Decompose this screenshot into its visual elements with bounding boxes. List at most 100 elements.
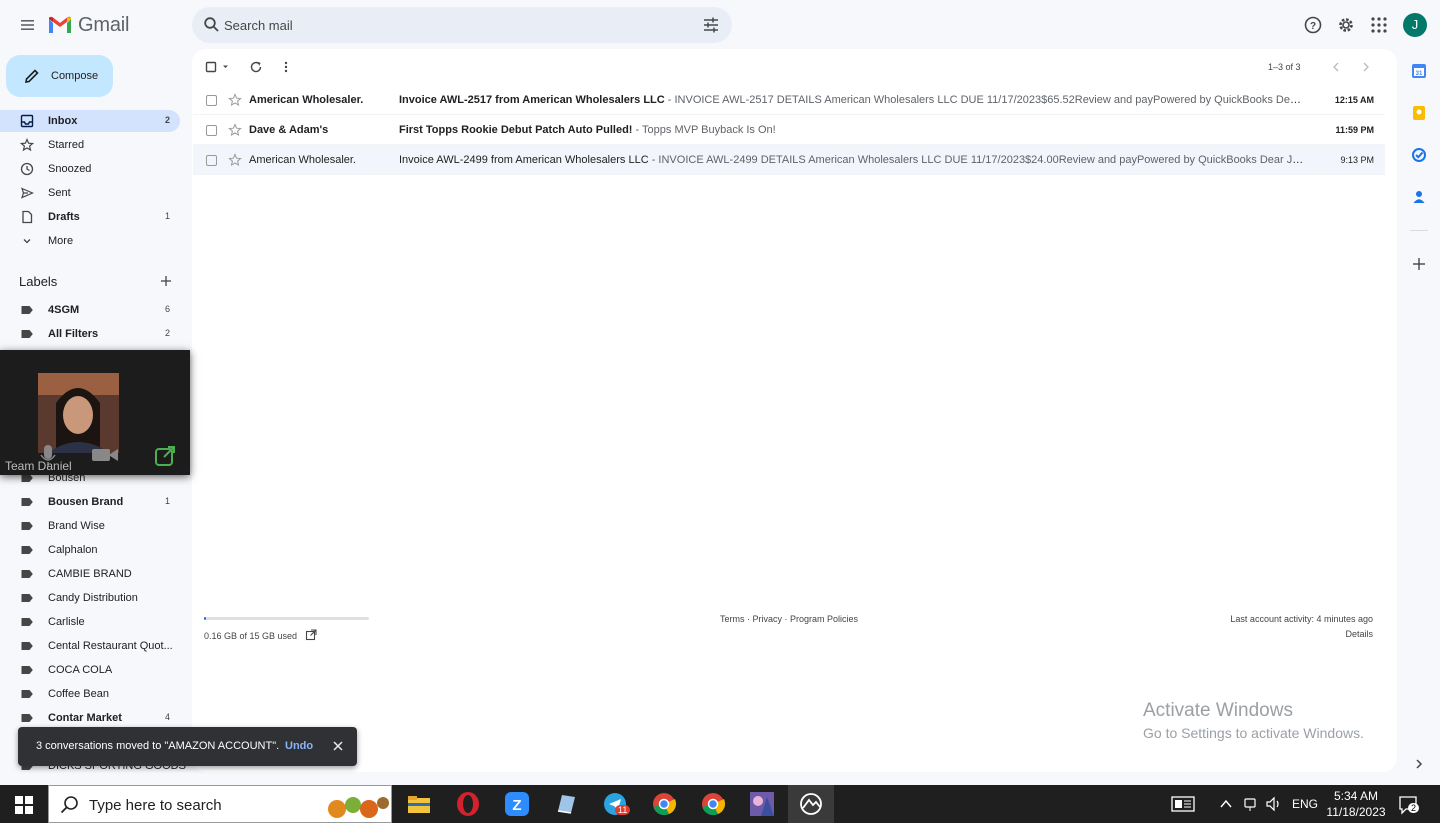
settings-button[interactable] (1335, 14, 1357, 36)
show-side-panel-button[interactable] (1411, 756, 1427, 772)
older-button[interactable] (1359, 60, 1373, 74)
open-in-new-icon (305, 629, 317, 641)
email-row[interactable]: American Wholesaler. Invoice AWL-2517 fr… (193, 85, 1385, 115)
keep-app[interactable] (1411, 105, 1427, 121)
refresh-button[interactable] (249, 60, 263, 74)
sidebar-label-brand-wise[interactable]: Brand Wise (0, 515, 180, 537)
input-language[interactable]: ENG (1292, 797, 1318, 811)
support-button[interactable]: ? (1302, 14, 1324, 36)
star-icon[interactable] (228, 123, 242, 137)
volume-icon[interactable] (1265, 796, 1283, 812)
sidebar-item-label: Starred (48, 139, 85, 151)
email-row[interactable]: American Wholesaler. Invoice AWL-2499 fr… (193, 145, 1385, 175)
sidebar-item-starred[interactable]: Starred (0, 134, 180, 156)
file-explorer-app[interactable] (406, 791, 432, 817)
draft-count: 1 (164, 211, 170, 221)
label-icon (21, 714, 33, 722)
inbox-icon (20, 114, 34, 128)
contacts-app[interactable] (1411, 189, 1427, 205)
sidebar-label-calphalon[interactable]: Calphalon (0, 539, 180, 561)
sidebar-label-coffee-bean[interactable]: Coffee Bean (0, 683, 180, 705)
help-icon: ? (1304, 16, 1322, 34)
chrome-app-b[interactable] (700, 791, 726, 817)
sidebar-item-snoozed[interactable]: Snoozed (0, 158, 180, 180)
sidebar-label-coca-cola[interactable]: COCA COLA (0, 659, 180, 681)
compose-label: Compose (51, 70, 99, 82)
camera-tray-icon[interactable] (1243, 796, 1259, 812)
account-avatar[interactable]: J (1403, 13, 1427, 37)
sidebar-item-drafts[interactable]: Drafts 1 (0, 206, 180, 228)
star-icon[interactable] (228, 93, 242, 107)
storage-usage[interactable]: 0.16 GB of 15 GB used (204, 629, 317, 641)
label-icon (21, 306, 33, 314)
search-input[interactable] (224, 7, 684, 43)
notification-center-button[interactable]: 2 (1398, 794, 1420, 816)
create-label-button[interactable] (158, 273, 174, 289)
get-addons-button[interactable] (1411, 256, 1427, 272)
select-all-checkbox[interactable] (204, 60, 232, 74)
taskbar-search-box[interactable]: Type here to search (48, 785, 392, 823)
row-checkbox[interactable] (206, 125, 217, 136)
newer-button[interactable] (1329, 60, 1343, 74)
checkbox-dropdown-icon (205, 61, 228, 73)
chevron-up-icon[interactable] (1219, 797, 1233, 811)
activity-details-link[interactable]: Details (1330, 629, 1373, 639)
snackbar-message: 3 conversations moved to "AMAZON ACCOUNT… (36, 740, 280, 752)
label-count: 6 (164, 304, 170, 314)
sidebar-item-label: Inbox (48, 115, 78, 127)
video-call-window[interactable]: Team Daniel (0, 350, 190, 475)
sidebar-item-more[interactable]: More (0, 230, 180, 252)
sidebar-item-inbox[interactable]: Inbox 2 (0, 110, 180, 132)
gmail-logo[interactable]: Gmail (48, 12, 129, 38)
email-snippet: - INVOICE AWL-2517 DETAILS American Whol… (667, 94, 1304, 106)
sidebar-label-candy-distribution[interactable]: Candy Distribution (0, 587, 180, 609)
star-icon[interactable] (228, 153, 242, 167)
sidebar-item-sent[interactable]: Sent (0, 182, 180, 204)
policy-links[interactable]: Terms · Privacy · Program Policies (720, 614, 858, 624)
storage-usage-text: 0.16 GB of 15 GB used (204, 631, 298, 641)
sidebar-label-cental-restaurant[interactable]: Cental Restaurant Quot... (0, 635, 180, 657)
windows-start-icon[interactable] (15, 796, 33, 814)
search-highlight-image (328, 797, 389, 818)
sidebar-label-all-filters[interactable]: All Filters 2 (0, 323, 180, 345)
keep-icon (1413, 106, 1425, 120)
sidebar-label-carlisle[interactable]: Carlisle (0, 611, 180, 633)
close-icon[interactable] (332, 740, 344, 752)
telegram-app[interactable]: 11 (602, 791, 631, 817)
sidebar-label-bousen-brand[interactable]: Bousen Brand 1 (0, 491, 180, 513)
opera-app[interactable] (455, 791, 481, 817)
zoom-app[interactable]: Z (504, 791, 530, 817)
more-actions-button[interactable] (279, 60, 293, 74)
tasks-app[interactable] (1411, 147, 1427, 163)
email-row[interactable]: Dave & Adam's First Topps Rookie Debut P… (193, 115, 1385, 145)
participant-name: Team Daniel (5, 459, 72, 473)
undo-button[interactable]: Undo (285, 740, 313, 752)
search-icon[interactable] (203, 16, 221, 34)
chrome-icon (653, 793, 677, 816)
label-name: CAMBIE BRAND (48, 568, 132, 580)
plus-icon (161, 276, 171, 286)
chrome-app-a[interactable] (651, 791, 677, 817)
row-checkbox[interactable] (206, 95, 217, 106)
row-checkbox[interactable] (206, 155, 217, 166)
calendar-app[interactable]: 31 (1411, 63, 1427, 79)
system-clock[interactable]: 5:34 AM 11/18/2023 (1326, 788, 1386, 820)
pop-out-icon[interactable] (154, 445, 176, 467)
email-sender: American Wholesaler. (249, 154, 356, 166)
camera-icon[interactable] (91, 446, 119, 464)
folder-icon (408, 796, 430, 813)
email-snippet: - INVOICE AWL-2499 DETAILS American Whol… (648, 154, 1304, 166)
main-menu-button[interactable] (14, 13, 40, 37)
sidebar-label-cambie-brand[interactable]: CAMBIE BRAND (0, 563, 180, 585)
search-bar (192, 7, 732, 43)
apps-button[interactable] (1368, 14, 1390, 36)
news-icon[interactable] (1171, 795, 1195, 813)
notepad-app[interactable] (553, 791, 579, 817)
photo-app[interactable] (749, 791, 775, 817)
sidebar-label-4sgm[interactable]: 4SGM 6 (0, 299, 180, 321)
compose-button[interactable]: Compose (6, 55, 113, 97)
sidebar-label-contar-market[interactable]: Contar Market 4 (0, 707, 180, 729)
remote-desktop-app[interactable] (788, 785, 834, 823)
email-time: 11:59 PM (1335, 125, 1374, 135)
search-options-icon[interactable] (702, 16, 720, 34)
